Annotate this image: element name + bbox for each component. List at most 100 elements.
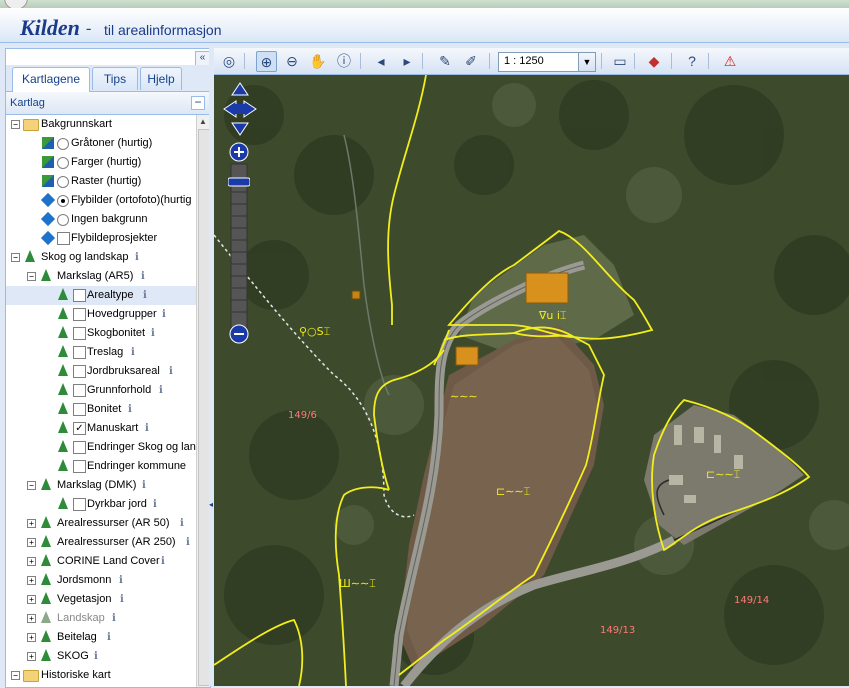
pan-right-icon[interactable]	[243, 100, 257, 118]
aerial-map[interactable]: ⚲○S⌶ ∇u i⌶ ∼∼∼ ⊏∼∼⌶ ⊏∼∼⌶ Ш∼∼⌶ 149/6 149/…	[214, 75, 849, 686]
info-icon[interactable]: i	[135, 248, 139, 267]
help-icon[interactable]: ?	[682, 51, 702, 71]
tree-item-dyrkbar-jord[interactable]: Dyrkbar jord i	[6, 495, 196, 514]
tab-hjelp[interactable]: Hjelp	[140, 67, 182, 90]
tree-item-markslag-ar5[interactable]: − Markslag (AR5) i	[6, 267, 196, 286]
collapse-kartlag-button[interactable]: −	[191, 96, 205, 110]
tree-item-endringer-skog[interactable]: Endringer Skog og lan	[6, 438, 196, 457]
tree-item-flybilder[interactable]: Flybilder (ortofoto)(hurtig	[6, 191, 196, 210]
measure-area-icon[interactable]: ✐	[461, 51, 481, 71]
tree-item-bakgrunnskart[interactable]: − Bakgrunnskart	[6, 115, 196, 134]
chevron-down-icon[interactable]: ▼	[578, 53, 595, 71]
collapse-toggle[interactable]: −	[11, 253, 20, 262]
info-icon[interactable]: i	[142, 476, 146, 495]
scroll-up-icon[interactable]: ▲	[199, 117, 207, 126]
tree-item-corine[interactable]: + CORINE Land Cover i	[6, 552, 196, 571]
radio-button[interactable]	[57, 176, 69, 188]
checkbox[interactable]	[73, 384, 86, 397]
info-icon[interactable]: i	[131, 343, 135, 362]
info-icon[interactable]: i	[141, 267, 145, 286]
pan-left-icon[interactable]	[223, 100, 237, 118]
expand-toggle[interactable]: +	[27, 652, 36, 661]
tree-item-grunnforhold[interactable]: Grunnforhold i	[6, 381, 196, 400]
expand-toggle[interactable]: +	[27, 557, 36, 566]
info-icon[interactable]: i	[107, 628, 111, 647]
tree-item-beitelag[interactable]: + Beitelag i	[6, 628, 196, 647]
tree-item-flybildeprosjekter[interactable]: Flybildeprosjekter	[6, 229, 196, 248]
tree-item-jordsmonn[interactable]: + Jordsmonn i	[6, 571, 196, 590]
collapse-toggle[interactable]: −	[27, 272, 36, 281]
info-icon[interactable]: i	[120, 590, 124, 609]
checkbox[interactable]	[73, 308, 86, 321]
tree-item-endringer-kommune[interactable]: Endringer kommune	[6, 457, 196, 476]
checkbox[interactable]	[73, 441, 86, 454]
checkbox[interactable]	[73, 460, 86, 473]
expand-toggle[interactable]: +	[27, 595, 36, 604]
radio-button-selected[interactable]	[57, 195, 69, 207]
info-icon[interactable]: i	[161, 552, 165, 571]
radio-button[interactable]	[57, 138, 69, 150]
info-icon[interactable]: i	[162, 305, 166, 324]
forward-icon[interactable]: ▸	[397, 51, 417, 71]
zoom-out-icon[interactable]: ⊖	[282, 51, 302, 71]
pan-hand-icon[interactable]: ✋	[308, 51, 328, 71]
pan-up-icon[interactable]	[231, 82, 249, 96]
tree-item-ar250[interactable]: + Arealressurser (AR 250) i	[6, 533, 196, 552]
expand-toggle[interactable]: +	[27, 633, 36, 642]
tree-item-hovedgrupper[interactable]: Hovedgrupper i	[6, 305, 196, 324]
zoom-in-icon[interactable]: ⊕	[256, 51, 277, 72]
checkbox[interactable]	[73, 289, 86, 302]
tree-item-manuskart[interactable]: ✓ Manuskart i	[6, 419, 196, 438]
back-icon[interactable]: ◂	[371, 51, 391, 71]
zoom-extent-icon[interactable]: ◎	[219, 51, 239, 71]
tab-tips[interactable]: Tips	[92, 67, 138, 90]
info-icon[interactable]: i	[159, 381, 163, 400]
info-icon[interactable]: i	[112, 609, 116, 628]
info-icon[interactable]: i	[169, 362, 173, 381]
radio-button[interactable]	[57, 214, 69, 226]
info-icon[interactable]: i	[180, 514, 184, 533]
expand-toggle[interactable]: +	[27, 576, 36, 585]
tree-item-skogbonitet[interactable]: Skogbonitet i	[6, 324, 196, 343]
info-icon[interactable]: i	[151, 324, 155, 343]
info-icon[interactable]: i	[186, 533, 190, 552]
tree-item-skog[interactable]: + SKOG i	[6, 647, 196, 666]
tree-item-gratoner[interactable]: Gråtoner (hurtig)	[6, 134, 196, 153]
tree-item-landskap[interactable]: + Landskap i	[6, 609, 196, 628]
checkbox-checked[interactable]: ✓	[73, 422, 86, 435]
splitter-arrow-icon[interactable]: ◂	[209, 500, 213, 509]
tree-item-historiske-kart[interactable]: − Historiske kart	[6, 666, 196, 685]
info-icon[interactable]: i	[94, 647, 98, 666]
tree-item-arealtype[interactable]: Arealtype i	[6, 286, 196, 305]
map-view[interactable]: ⚲○S⌶ ∇u i⌶ ∼∼∼ ⊏∼∼⌶ ⊏∼∼⌶ Ш∼∼⌶ 149/6 149/…	[214, 75, 849, 686]
checkbox[interactable]	[73, 403, 86, 416]
checkbox[interactable]	[57, 232, 70, 245]
tree-item-ingen-bakgrunn[interactable]: Ingen bakgrunn	[6, 210, 196, 229]
zoom-slider-handle[interactable]	[228, 177, 250, 187]
zoom-slider[interactable]	[228, 142, 250, 346]
expand-toggle[interactable]: +	[27, 614, 36, 623]
eraser-icon[interactable]: ◆	[644, 51, 664, 71]
collapse-toggle[interactable]: −	[11, 120, 20, 129]
expand-toggle[interactable]: +	[27, 538, 36, 547]
tree-item-ar50[interactable]: + Arealressurser (AR 50) i	[6, 514, 196, 533]
info-icon[interactable]: i	[143, 286, 147, 305]
checkbox[interactable]	[73, 365, 86, 378]
collapse-panel-button[interactable]: «	[195, 51, 210, 66]
checkbox[interactable]	[73, 498, 86, 511]
warning-icon[interactable]: ⚠	[720, 51, 740, 71]
pan-down-icon[interactable]	[231, 122, 249, 136]
info-icon[interactable]: i	[145, 419, 149, 438]
tree-item-treslag[interactable]: Treslag i	[6, 343, 196, 362]
tree-item-farger[interactable]: Farger (hurtig)	[6, 153, 196, 172]
pan-control[interactable]	[222, 81, 258, 137]
tree-item-jordbruksareal[interactable]: Jordbruksareal i	[6, 362, 196, 381]
window-icon[interactable]: ▭	[610, 51, 630, 71]
checkbox[interactable]	[73, 346, 86, 359]
checkbox[interactable]	[73, 327, 86, 340]
info-tool-icon[interactable]: ⓘ	[334, 51, 354, 71]
info-icon[interactable]: i	[119, 571, 123, 590]
tree-item-markslag-dmk[interactable]: − Markslag (DMK) i	[6, 476, 196, 495]
tree-item-skog-og-landskap[interactable]: − Skog og landskap i	[6, 248, 196, 267]
expand-toggle[interactable]: +	[27, 519, 36, 528]
